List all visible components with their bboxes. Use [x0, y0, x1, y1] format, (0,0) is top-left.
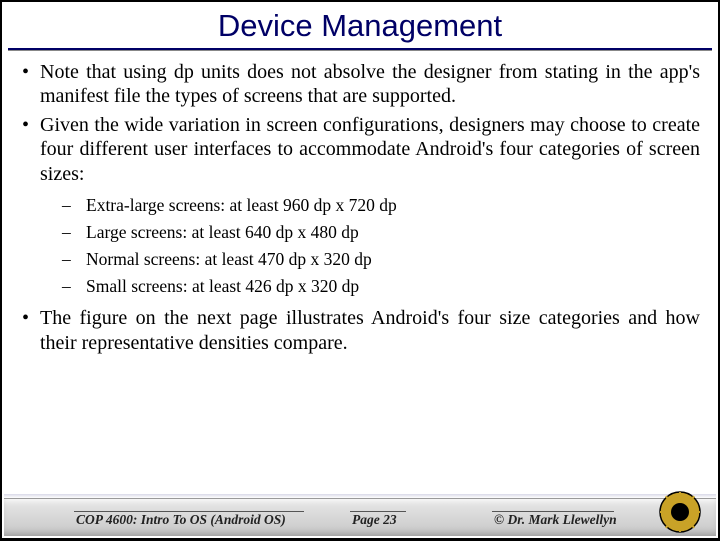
sub-bullet-text: Normal screens: at least 470 dp x 320 dp	[86, 249, 372, 269]
sub-bullet-text: Extra-large screens: at least 960 dp x 7…	[86, 195, 397, 215]
ucf-logo-icon	[656, 488, 704, 536]
footer-course: COP 4600: Intro To OS (Android OS)	[76, 512, 286, 528]
bullet-text: Given the wide variation in screen confi…	[40, 114, 700, 185]
footer: COP 4600: Intro To OS (Android OS) Page …	[4, 498, 716, 536]
footer-author: © Dr. Mark Llewellyn	[494, 512, 617, 528]
bullet-item: Note that using dp units does not absolv…	[20, 60, 700, 109]
bullet-text: The figure on the next page illustrates …	[40, 307, 700, 353]
sub-bullet-list: Extra-large screens: at least 960 dp x 7…	[40, 192, 700, 301]
bullet-item: The figure on the next page illustrates …	[20, 306, 700, 355]
bullet-item: Given the wide variation in screen confi…	[20, 113, 700, 301]
sub-bullet-text: Large screens: at least 640 dp x 480 dp	[86, 222, 359, 242]
bullet-text: Note that using dp units does not absolv…	[40, 61, 700, 107]
content-region: Note that using dp units does not absolv…	[2, 50, 718, 538]
sub-bullet-item: Small screens: at least 426 dp x 320 dp	[40, 273, 700, 300]
footer-page: Page 23	[352, 512, 397, 528]
sub-bullet-item: Extra-large screens: at least 960 dp x 7…	[40, 192, 700, 219]
slide-title: Device Management	[218, 8, 502, 44]
title-region: Device Management	[2, 2, 718, 44]
sub-bullet-text: Small screens: at least 426 dp x 320 dp	[86, 276, 359, 296]
sub-bullet-item: Large screens: at least 640 dp x 480 dp	[40, 219, 700, 246]
sub-bullet-item: Normal screens: at least 470 dp x 320 dp	[40, 246, 700, 273]
bullet-list: Note that using dp units does not absolv…	[20, 60, 700, 355]
slide: Device Management Note that using dp uni…	[2, 2, 718, 538]
